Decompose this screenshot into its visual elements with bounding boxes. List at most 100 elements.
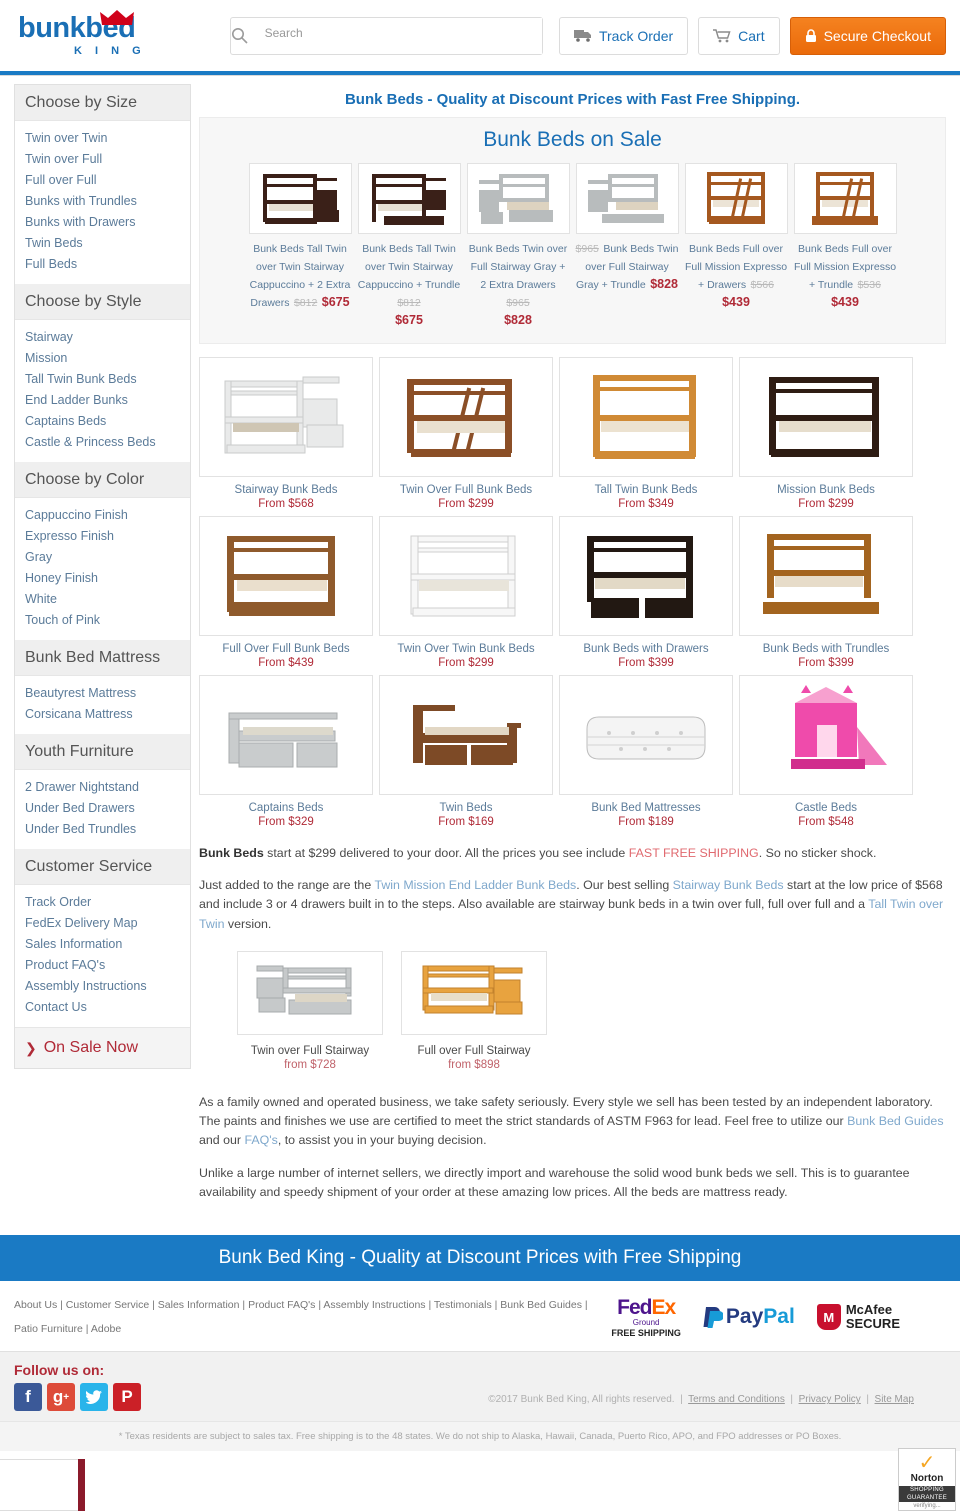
footer-link-customer-service[interactable]: Customer Service: [66, 1299, 149, 1311]
sidebar-item-tall-twin-bunk-beds[interactable]: Tall Twin Bunk Beds: [15, 368, 190, 389]
footer-link-assembly-instructions[interactable]: Assembly Instructions: [323, 1299, 425, 1311]
sidebar-item-fedex-delivery-map[interactable]: FedEx Delivery Map: [15, 912, 190, 933]
sidebar-item-2-drawer-nightstand[interactable]: 2 Drawer Nightstand: [15, 776, 190, 797]
footer-link-bunk-bed-guides[interactable]: Bunk Bed Guides: [500, 1299, 582, 1311]
mini-product-name: Twin over Full Stairway: [250, 1044, 370, 1057]
privacy-policy-link[interactable]: Privacy Policy: [799, 1394, 861, 1405]
twitter-icon[interactable]: [80, 1383, 108, 1412]
sidebar-item-sales-information[interactable]: Sales Information: [15, 933, 190, 954]
link-stairway-bunk-beds[interactable]: Stairway Bunk Beds: [673, 878, 784, 892]
sidebar-item-product-faqs[interactable]: Product FAQ's: [15, 954, 190, 975]
sale-item[interactable]: Bunk Beds Tall Twin over Twin Stairway C…: [357, 163, 461, 329]
footer-links: About Us | Customer Service | Sales Info…: [14, 1298, 588, 1336]
sidebar-item-bunks-with-drawers[interactable]: Bunks with Drawers: [15, 211, 190, 232]
category-card[interactable]: Bunk Beds with Drawers From $399: [559, 516, 733, 669]
social-band: Follow us on: f g + P ©2017 Bunk Bed King…: [0, 1351, 960, 1422]
footer-link-sales-information[interactable]: Sales Information: [158, 1299, 240, 1311]
category-card[interactable]: Twin Over Full Bunk Beds From $299: [379, 357, 553, 510]
category-price: From $299: [438, 657, 494, 669]
header-actions: Track Order Cart Secure Checkout: [558, 16, 946, 55]
paragraph-1-part2: . So no sticker shock.: [758, 846, 877, 860]
link-twin-mission-end-ladder[interactable]: Twin Mission End Ladder Bunk Beds: [374, 878, 576, 892]
footer-link-about-us[interactable]: About Us: [14, 1299, 57, 1311]
sale-item-name: Bunk Beds Tall Twin over Twin Stairway C…: [357, 243, 461, 291]
sidebar-item-beautyrest-mattress[interactable]: Beautyrest Mattress: [15, 682, 190, 703]
search-box[interactable]: [229, 16, 543, 55]
track-order-button[interactable]: Track Order: [558, 16, 689, 55]
category-price: From $329: [258, 816, 314, 828]
sale-item[interactable]: Bunk Beds Full over Full Mission Express…: [793, 163, 897, 329]
sidebar-item-assembly-instructions[interactable]: Assembly Instructions: [15, 975, 190, 996]
sidebar-item-track-order[interactable]: Track Order: [15, 891, 190, 912]
social-icons: f g + P: [14, 1383, 141, 1412]
bottom-left-handle[interactable]: [78, 1459, 85, 1511]
category-card[interactable]: Twin Beds From $169: [379, 675, 553, 828]
sidebar-item-castle-princess-beds[interactable]: Castle & Princess Beds: [15, 431, 190, 452]
sidebar-item-full-over-full[interactable]: Full over Full: [15, 169, 190, 190]
category-card[interactable]: Mission Bunk Beds From $299: [739, 357, 913, 510]
category-image: [739, 516, 913, 636]
site-map-link[interactable]: Site Map: [875, 1394, 914, 1405]
secure-checkout-button[interactable]: Secure Checkout: [789, 16, 946, 55]
footer-link-patio-furniture[interactable]: Patio Furniture: [14, 1323, 83, 1335]
category-name: Twin Beds: [439, 802, 493, 814]
sale-item[interactable]: Bunk Beds Twin over Full Stairway Gray +…: [466, 163, 570, 329]
paypal-logo: PayPal: [703, 1305, 795, 1329]
mini-product-card[interactable]: Twin over Full Stairway from $728: [237, 950, 383, 1071]
sidebar-item-white[interactable]: White: [15, 588, 190, 609]
sidebar-item-full-beds[interactable]: Full Beds: [15, 253, 190, 274]
terms-and-conditions-link[interactable]: Terms and Conditions: [688, 1394, 785, 1405]
truck-icon: [573, 29, 592, 42]
category-card[interactable]: Bunk Beds with Trundles From $399: [739, 516, 913, 669]
sidebar-item-gray[interactable]: Gray: [15, 546, 190, 567]
sidebar-item-stairway[interactable]: Stairway: [15, 326, 190, 347]
sidebar-item-touch-of-pink[interactable]: Touch of Pink: [15, 609, 190, 630]
sidebar-item-cappuccino-finish[interactable]: Cappuccino Finish: [15, 504, 190, 525]
sidebar-item-under-bed-trundles[interactable]: Under Bed Trundles: [15, 818, 190, 839]
pinterest-icon[interactable]: P: [113, 1383, 141, 1412]
sidebar-item-contact-us[interactable]: Contact Us: [15, 996, 190, 1017]
footer-link-testimonials[interactable]: Testimonials: [434, 1299, 492, 1311]
sidebar-item-expresso-finish[interactable]: Expresso Finish: [15, 525, 190, 546]
category-card[interactable]: Bunk Bed Mattresses From $189: [559, 675, 733, 828]
category-image: [199, 357, 373, 477]
sale-item[interactable]: Bunk Beds Tall Twin over Twin Stairway C…: [248, 163, 352, 329]
google-plus-icon[interactable]: g +: [47, 1383, 75, 1412]
sidebar-item-corsicana-mattress[interactable]: Corsicana Mattress: [15, 703, 190, 724]
category-card[interactable]: Captains Beds From $329: [199, 675, 373, 828]
facebook-icon[interactable]: f: [14, 1383, 42, 1412]
sidebar-item-mission[interactable]: Mission: [15, 347, 190, 368]
category-card[interactable]: Twin Over Twin Bunk Beds From $299: [379, 516, 553, 669]
norton-shopping-guarantee-badge[interactable]: ✓ Norton SHOPPING GUARANTEE verifying...: [898, 1448, 956, 1511]
sale-item-price: $675: [395, 313, 423, 327]
site-logo[interactable]: bunkbed K I N G: [14, 10, 200, 57]
category-card[interactable]: Tall Twin Bunk Beds From $349: [559, 357, 733, 510]
sidebar-item-honey-finish[interactable]: Honey Finish: [15, 567, 190, 588]
footer-link-product-faqs[interactable]: Product FAQ's: [248, 1299, 315, 1311]
on-sale-now-label: On Sale Now: [43, 1039, 138, 1056]
sidebar-item-bunks-with-trundles[interactable]: Bunks with Trundles: [15, 190, 190, 211]
footer-link-adobe[interactable]: Adobe: [91, 1323, 121, 1335]
sidebar-item-twin-beds[interactable]: Twin Beds: [15, 232, 190, 253]
sale-item[interactable]: $965 Bunk Beds Twin over Full Stairway G…: [575, 163, 679, 329]
link-faqs[interactable]: FAQ's: [244, 1133, 277, 1147]
secure-checkout-label: Secure Checkout: [823, 27, 931, 44]
category-card[interactable]: Full Over Full Bunk Beds From $439: [199, 516, 373, 669]
sidebar-item-on-sale-now[interactable]: ❯ On Sale Now: [15, 1027, 190, 1068]
category-card[interactable]: Stairway Bunk Beds From $568: [199, 357, 373, 510]
sale-item[interactable]: Bunk Beds Full over Full Mission Express…: [684, 163, 788, 329]
sidebar-item-twin-over-twin[interactable]: Twin over Twin: [15, 127, 190, 148]
sidebar-item-twin-over-full[interactable]: Twin over Full: [15, 148, 190, 169]
sidebar-item-end-ladder-bunks[interactable]: End Ladder Bunks: [15, 389, 190, 410]
sidebar-item-under-bed-drawers[interactable]: Under Bed Drawers: [15, 797, 190, 818]
sale-item-old-price: $812: [397, 297, 421, 309]
copyright-label: ©2017 Bunk Bed King, All rights reserved…: [488, 1394, 675, 1406]
cart-button[interactable]: Cart: [698, 16, 780, 55]
link-bunk-bed-guides[interactable]: Bunk Bed Guides: [847, 1114, 943, 1128]
sale-item-thumb: [793, 163, 897, 234]
category-card[interactable]: Castle Beds From $548: [739, 675, 913, 828]
mini-product-card[interactable]: Full over Full Stairway from $898: [401, 950, 547, 1071]
search-input[interactable]: [264, 17, 542, 54]
sidebar-list-size: Twin over Twin Twin over Full Full over …: [15, 121, 190, 284]
sidebar-item-captains-beds[interactable]: Captains Beds: [15, 410, 190, 431]
